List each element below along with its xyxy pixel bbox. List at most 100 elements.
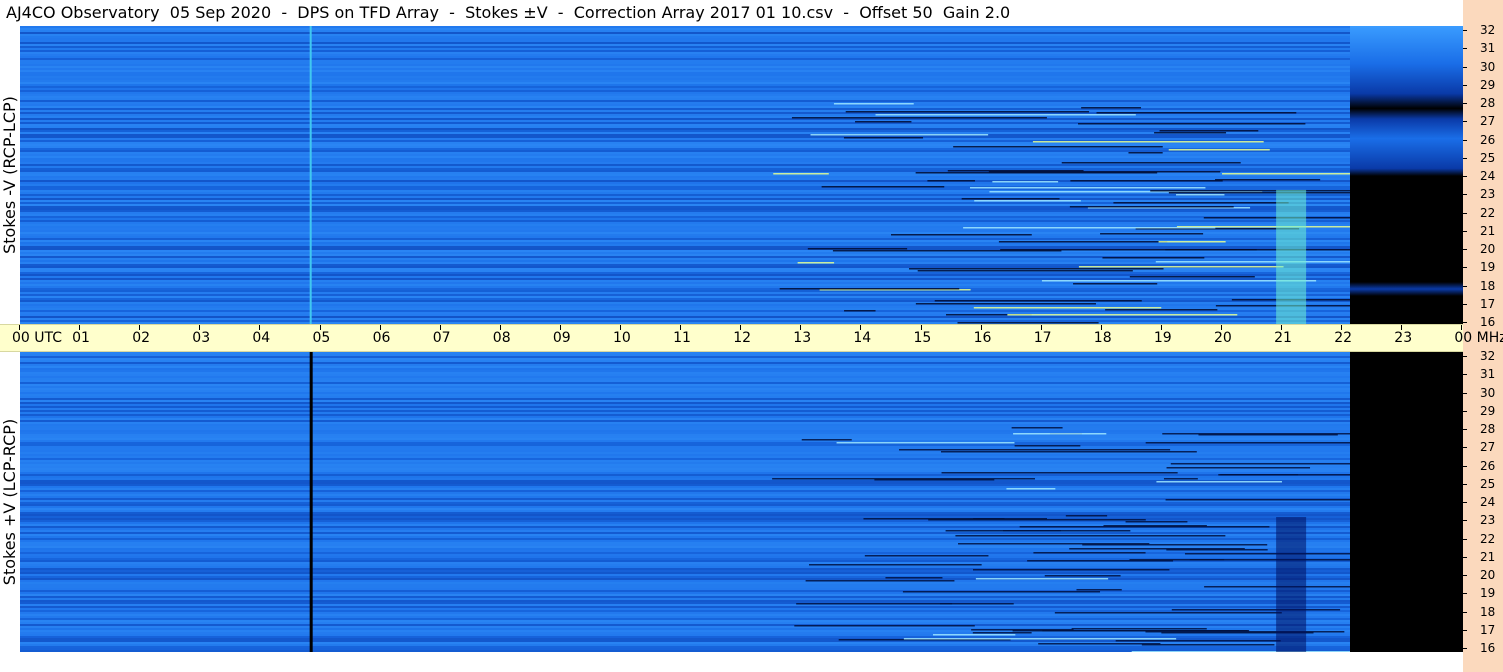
frequency-band [20, 138, 1350, 140]
frequency-band [20, 392, 1350, 394]
frequency-tick-mark [1463, 648, 1467, 649]
frequency-band [20, 174, 1350, 176]
frequency-band [20, 438, 1350, 440]
time-tick-label: 13 [793, 330, 812, 346]
frequency-band [20, 28, 1350, 30]
frequency-band [20, 84, 1350, 86]
frequency-band [20, 538, 1350, 540]
interference-streak [797, 262, 835, 264]
frequency-band [20, 500, 1350, 502]
calibration-band-top [1350, 26, 1463, 176]
interference-streak [1128, 152, 1163, 154]
frequency-band [20, 372, 1350, 374]
frequency-band [20, 546, 1350, 548]
frequency-band [20, 614, 1350, 616]
frequency-band [20, 120, 1350, 122]
frequency-tick-mark [1463, 465, 1467, 467]
time-tick-label: 08 [492, 330, 511, 346]
frequency-band [20, 424, 1350, 426]
frequency-tick-mark [1463, 538, 1467, 540]
frequency-band [20, 550, 1350, 552]
frequency-band [20, 154, 1350, 156]
frequency-band [20, 398, 1350, 400]
frequency-tick-mark [1463, 629, 1467, 631]
interference-streak [932, 634, 1016, 636]
interference-streak [1163, 478, 1198, 480]
frequency-band [20, 414, 1350, 416]
frequency-band [20, 356, 1350, 358]
frequency-band [20, 60, 1350, 62]
time-tick-label: 03 [192, 330, 211, 346]
frequency-band [20, 502, 1350, 504]
frequency-band [20, 514, 1350, 516]
frequency-tick-mark [1463, 30, 1467, 31]
frequency-band [20, 462, 1350, 464]
frequency-tick-mark [1463, 212, 1467, 214]
vertical-interference-line [309, 26, 312, 324]
frequency-band [20, 380, 1350, 382]
frequency-band [20, 136, 1350, 138]
frequency-band [20, 434, 1350, 436]
frequency-band [20, 230, 1350, 232]
frequency-band [20, 156, 1350, 158]
frequency-tick-mark [1463, 303, 1467, 305]
frequency-band [20, 38, 1350, 40]
frequency-band [20, 40, 1350, 42]
frequency-band [20, 480, 1350, 482]
frequency-tick-mark [1463, 575, 1467, 576]
frequency-band [20, 374, 1350, 376]
frequency-band [20, 116, 1350, 118]
frequency-band [20, 246, 1350, 248]
frequency-band [20, 460, 1350, 462]
frequency-tick-mark [1463, 322, 1467, 323]
frequency-band [20, 300, 1350, 302]
frequency-tick-mark [1463, 483, 1467, 485]
interference-streak [796, 603, 953, 605]
frequency-band [20, 144, 1350, 146]
frequency-band [20, 376, 1350, 378]
frequency-tick-label: 16 [1480, 641, 1496, 655]
frequency-band [20, 444, 1350, 446]
frequency-band [20, 366, 1350, 368]
frequency-band [20, 402, 1350, 404]
frequency-band [20, 166, 1350, 168]
frequency-band [20, 70, 1350, 72]
frequency-band [20, 624, 1350, 626]
frequency-tick-mark [1463, 611, 1467, 613]
frequency-band [20, 634, 1350, 636]
interference-streak [1033, 552, 1146, 554]
frequency-band [20, 602, 1350, 604]
frequency-band [20, 600, 1350, 602]
frequency-band [20, 464, 1350, 466]
frequency-band [20, 224, 1350, 226]
frequency-band [20, 482, 1350, 484]
panel-bottom-label: Stokes +V (LCP-RCP) [0, 418, 19, 586]
frequency-band [20, 238, 1350, 240]
frequency-band [20, 596, 1350, 598]
frequency-band [20, 564, 1350, 566]
frequency-band [20, 260, 1350, 262]
interference-streak [940, 451, 1197, 453]
frequency-band [20, 420, 1350, 422]
frequency-tick-label: 17 [1480, 622, 1496, 637]
frequency-tick-mark [1463, 48, 1467, 50]
frequency-band [20, 626, 1350, 628]
frequency-band [20, 578, 1350, 580]
frequency-band [20, 436, 1350, 438]
interference-streak [903, 638, 1177, 640]
interference-streak [974, 200, 1081, 202]
frequency-tick-mark [1463, 593, 1467, 595]
vertical-interference-line [309, 352, 313, 652]
interference-streak [972, 632, 1032, 634]
frequency-band [20, 82, 1350, 84]
frequency-band [20, 92, 1350, 94]
frequency-band [20, 102, 1350, 104]
spectrogram-top-panel [20, 26, 1350, 324]
frequency-tick-mark [1463, 429, 1467, 430]
frequency-tick-label: 19 [1480, 586, 1496, 601]
interference-streak [958, 543, 1150, 545]
panel-top-label: Stokes -V (RCP-LCP) [0, 96, 19, 254]
interference-streak [1044, 575, 1121, 577]
interference-streak [1069, 206, 1234, 208]
frequency-band [20, 566, 1350, 568]
